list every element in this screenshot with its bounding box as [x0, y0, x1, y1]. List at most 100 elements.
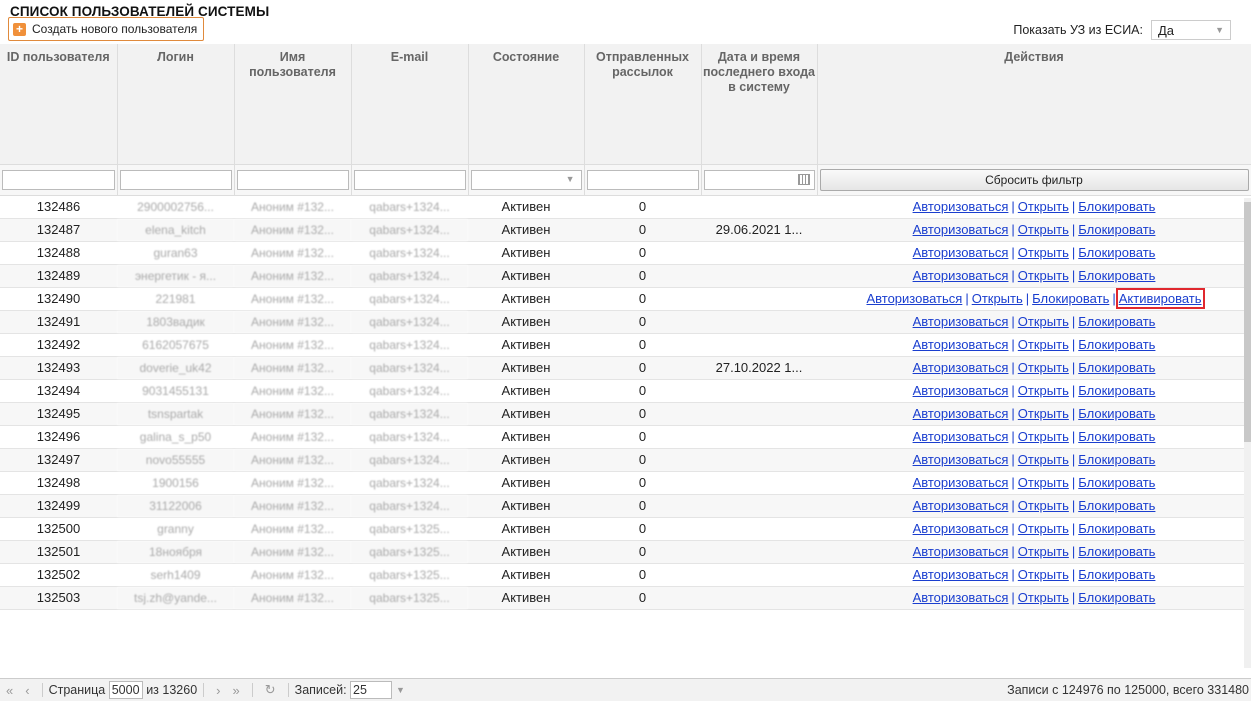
- last-page-icon[interactable]: »: [233, 683, 240, 698]
- col-header-state[interactable]: Состояние: [468, 44, 585, 165]
- block-link[interactable]: Блокировать: [1078, 590, 1155, 605]
- authorize-link[interactable]: Авторизоваться: [913, 245, 1009, 260]
- block-link[interactable]: Блокировать: [1078, 521, 1155, 536]
- block-link[interactable]: Блокировать: [1078, 199, 1155, 214]
- col-header-id[interactable]: ID пользователя: [0, 44, 118, 165]
- filter-email-input[interactable]: [353, 169, 466, 190]
- open-link[interactable]: Открыть: [1018, 245, 1069, 260]
- filter-login-input[interactable]: [119, 169, 232, 190]
- cell-email: qabars+1324...: [351, 310, 468, 334]
- block-link[interactable]: Блокировать: [1078, 383, 1155, 398]
- create-user-button[interactable]: + Создать нового пользователя: [8, 17, 205, 41]
- authorize-link[interactable]: Авторизоваться: [913, 222, 1009, 237]
- block-link[interactable]: Блокировать: [1078, 337, 1155, 352]
- reset-filter-button[interactable]: Сбросить фильтр: [819, 168, 1249, 191]
- authorize-link[interactable]: Авторизоваться: [913, 337, 1009, 352]
- authorize-link[interactable]: Авторизоваться: [913, 567, 1009, 582]
- cell-actions: Авторизоваться | Открыть | Блокировать: [817, 540, 1251, 564]
- col-header-sent[interactable]: Отправленных рассылок: [584, 44, 702, 165]
- cell-login: энергетик - я...: [117, 264, 234, 288]
- cell-email: qabars+1324...: [351, 218, 468, 242]
- col-header-email[interactable]: E-mail: [351, 44, 469, 165]
- activate-link[interactable]: Активировать: [1115, 288, 1205, 309]
- filter-state-select[interactable]: ▼: [470, 169, 582, 190]
- open-link[interactable]: Открыть: [1018, 590, 1069, 605]
- cell-id: 132487: [0, 218, 117, 242]
- cell-sent: 0: [584, 264, 701, 288]
- cell-login: 221981: [117, 287, 234, 311]
- authorize-link[interactable]: Авторизоваться: [913, 360, 1009, 375]
- authorize-link[interactable]: Авторизоваться: [913, 314, 1009, 329]
- cell-id: 132500: [0, 517, 117, 541]
- authorize-link[interactable]: Авторизоваться: [913, 498, 1009, 513]
- scrollbar-thumb[interactable]: [1244, 202, 1251, 442]
- prev-page-icon[interactable]: ‹: [25, 683, 29, 698]
- action-separator: |: [1071, 199, 1076, 214]
- table-row: 132493 doverie_uk42 Аноним #132... qabars+1…: [0, 356, 1251, 380]
- open-link[interactable]: Открыть: [1018, 452, 1069, 467]
- filter-name-input[interactable]: [236, 169, 349, 190]
- open-link[interactable]: Открыть: [1018, 498, 1069, 513]
- block-link[interactable]: Блокировать: [1078, 498, 1155, 513]
- col-header-last-login[interactable]: Дата и время последнего входа в систему: [701, 44, 818, 165]
- block-link[interactable]: Блокировать: [1078, 268, 1155, 283]
- open-link[interactable]: Открыть: [1018, 383, 1069, 398]
- block-link[interactable]: Блокировать: [1078, 475, 1155, 490]
- block-link[interactable]: Блокировать: [1078, 452, 1155, 467]
- open-link[interactable]: Открыть: [1018, 475, 1069, 490]
- authorize-link[interactable]: Авторизоваться: [913, 199, 1009, 214]
- authorize-link[interactable]: Авторизоваться: [866, 291, 962, 306]
- open-link[interactable]: Открыть: [1018, 360, 1069, 375]
- table-row: 132502 serh1409 Аноним #132... qabars+1325.…: [0, 563, 1251, 587]
- refresh-icon[interactable]: ↻: [265, 682, 276, 698]
- col-header-login[interactable]: Логин: [117, 44, 235, 165]
- block-link[interactable]: Блокировать: [1078, 567, 1155, 582]
- table-row: 132488 guran63 Аноним #132... qabars+1324..…: [0, 241, 1251, 265]
- open-link[interactable]: Открыть: [1018, 268, 1069, 283]
- open-link[interactable]: Открыть: [1018, 406, 1069, 421]
- authorize-link[interactable]: Авторизоваться: [913, 544, 1009, 559]
- authorize-link[interactable]: Авторизоваться: [913, 521, 1009, 536]
- calendar-icon[interactable]: [797, 173, 810, 185]
- authorize-link[interactable]: Авторизоваться: [913, 268, 1009, 283]
- table-row: 132490 221981 Аноним #132... qabars+1324...…: [0, 287, 1251, 311]
- open-link[interactable]: Открыть: [972, 291, 1023, 306]
- records-select[interactable]: 25: [350, 681, 393, 699]
- block-link[interactable]: Блокировать: [1078, 314, 1155, 329]
- authorize-link[interactable]: Авторизоваться: [913, 406, 1009, 421]
- action-separator: |: [1071, 360, 1076, 375]
- next-page-icon[interactable]: ›: [216, 683, 220, 698]
- open-link[interactable]: Открыть: [1018, 521, 1069, 536]
- block-link[interactable]: Блокировать: [1078, 406, 1155, 421]
- block-link[interactable]: Блокировать: [1078, 360, 1155, 375]
- action-separator: |: [1071, 452, 1076, 467]
- block-link[interactable]: Блокировать: [1078, 429, 1155, 444]
- block-link[interactable]: Блокировать: [1032, 291, 1109, 306]
- filter-id-input[interactable]: [2, 169, 115, 190]
- cell-state: Активен: [468, 402, 584, 426]
- open-link[interactable]: Открыть: [1018, 314, 1069, 329]
- open-link[interactable]: Открыть: [1018, 544, 1069, 559]
- open-link[interactable]: Открыть: [1018, 199, 1069, 214]
- open-link[interactable]: Открыть: [1018, 429, 1069, 444]
- authorize-link[interactable]: Авторизоваться: [913, 429, 1009, 444]
- cell-name: Аноним #132...: [234, 333, 351, 357]
- block-link[interactable]: Блокировать: [1078, 544, 1155, 559]
- filter-sent-input[interactable]: [586, 169, 699, 190]
- first-page-icon[interactable]: «: [6, 683, 13, 698]
- open-link[interactable]: Открыть: [1018, 567, 1069, 582]
- block-link[interactable]: Блокировать: [1078, 222, 1155, 237]
- page-input[interactable]: 5000: [108, 681, 143, 699]
- esia-select[interactable]: Да ▼: [1151, 20, 1231, 40]
- cell-name: Аноним #132...: [234, 218, 351, 242]
- authorize-link[interactable]: Авторизоваться: [913, 383, 1009, 398]
- filter-date-input[interactable]: [703, 169, 815, 190]
- authorize-link[interactable]: Авторизоваться: [913, 475, 1009, 490]
- authorize-link[interactable]: Авторизоваться: [913, 452, 1009, 467]
- block-link[interactable]: Блокировать: [1078, 245, 1155, 260]
- open-link[interactable]: Открыть: [1018, 337, 1069, 352]
- authorize-link[interactable]: Авторизоваться: [913, 590, 1009, 605]
- open-link[interactable]: Открыть: [1018, 222, 1069, 237]
- cell-sent: 0: [584, 563, 701, 587]
- col-header-name[interactable]: Имя пользователя: [234, 44, 352, 165]
